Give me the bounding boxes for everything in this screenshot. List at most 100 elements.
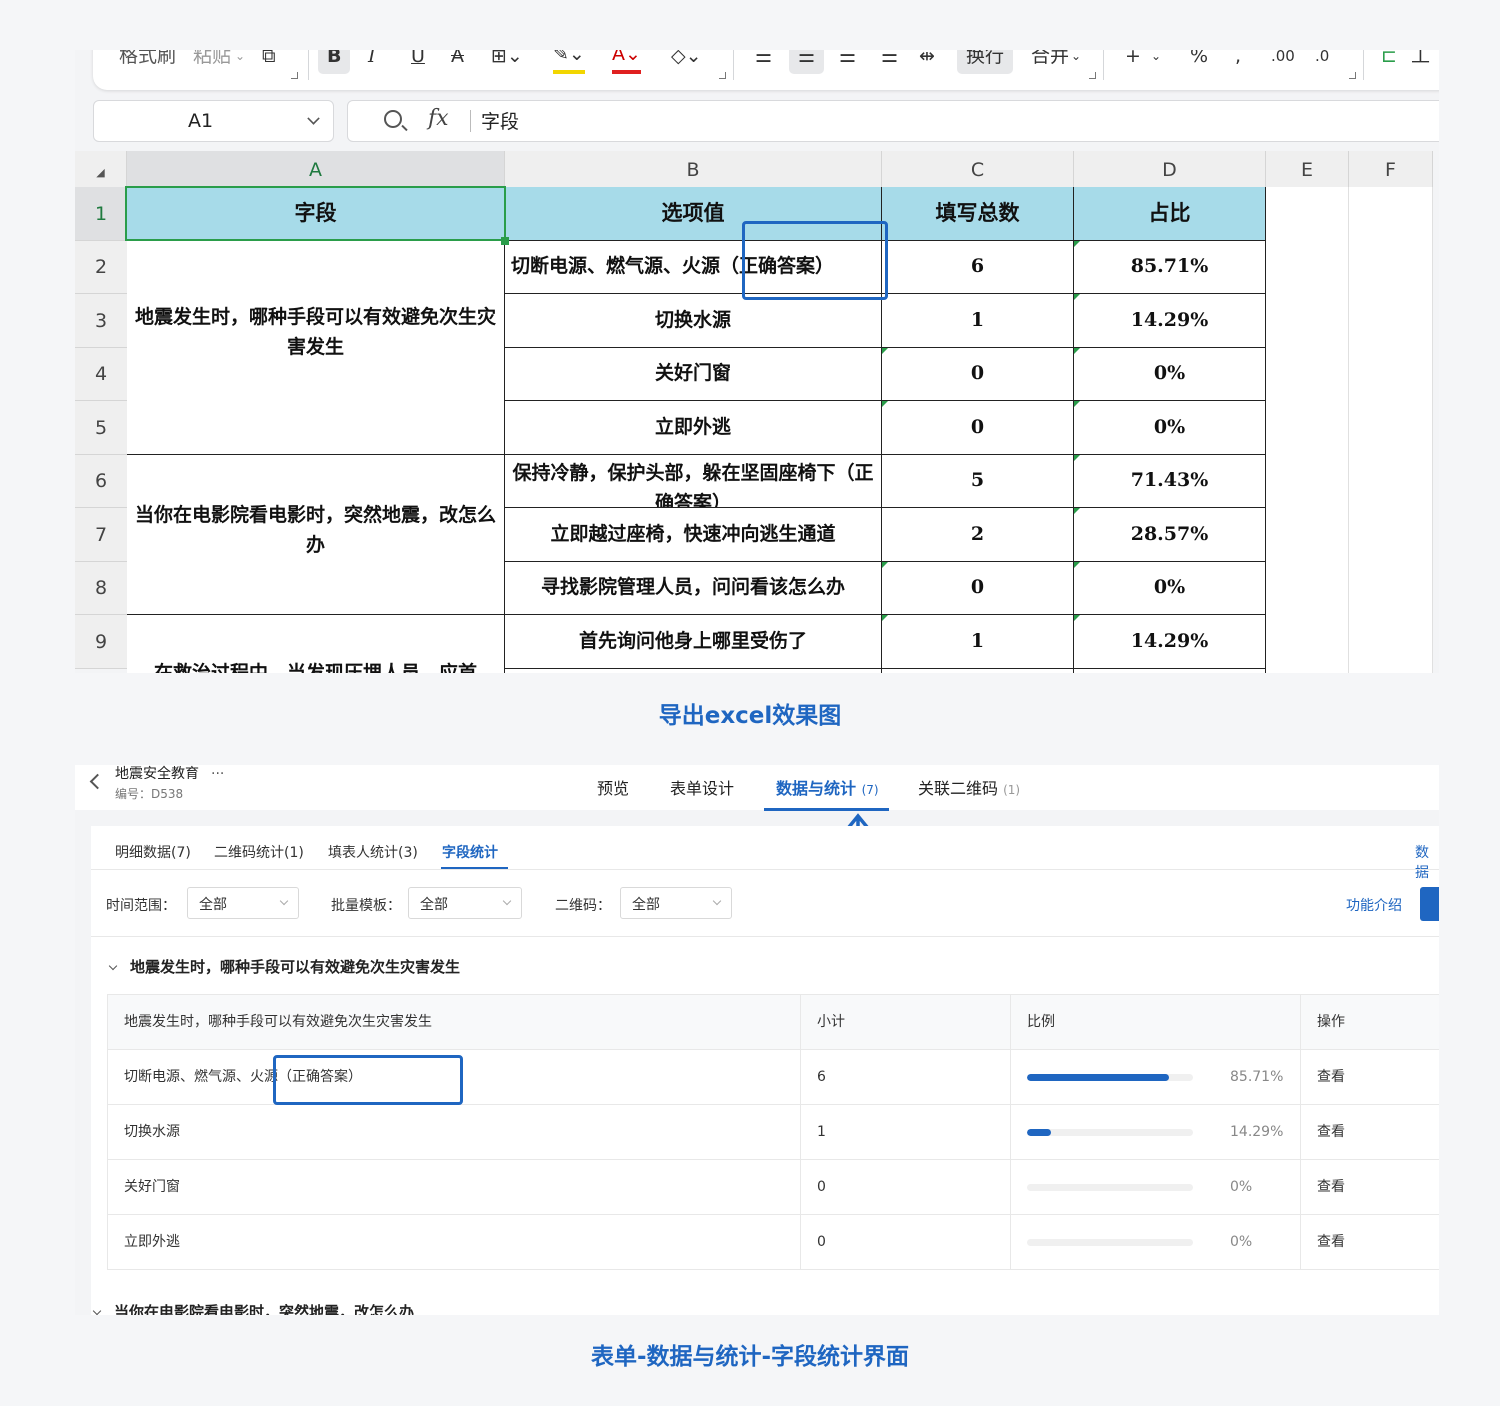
sum-dropdown-icon[interactable]: ⌄	[1151, 50, 1161, 74]
view-link[interactable]: 查看	[1301, 1215, 1439, 1270]
row-header-3[interactable]: 3	[75, 294, 127, 348]
tab-preview[interactable]: 预览	[597, 775, 629, 799]
column-header-d[interactable]: D	[1074, 151, 1266, 187]
question-cell-1[interactable]: 地震发生时，哪种手段可以有效避免次生灾害发生	[127, 241, 505, 455]
cell-d1[interactable]: 占比	[1074, 187, 1266, 241]
cell-c5[interactable]: 0	[882, 401, 1074, 455]
column-f-cells[interactable]	[1349, 187, 1433, 673]
column-header-b[interactable]: B	[505, 151, 882, 187]
back-arrow-icon[interactable]	[89, 773, 106, 790]
tab-qrcode[interactable]: 关联二维码 (1)	[918, 775, 1020, 799]
cell-d4[interactable]: 0%	[1074, 348, 1266, 401]
chevron-down-icon[interactable]	[92, 1306, 102, 1315]
paste-button[interactable]: 粘贴	[193, 50, 231, 74]
view-link[interactable]: 查看	[1301, 1105, 1439, 1160]
column-header-c[interactable]: C	[882, 151, 1074, 187]
italic-button[interactable]: I	[368, 50, 376, 74]
merge-button[interactable]: 合并	[1031, 50, 1069, 74]
cell-c6[interactable]: 5	[882, 455, 1074, 508]
subtab-qrcode-stats[interactable]: 二维码统计(1)	[214, 842, 304, 862]
align-expand-icon[interactable]	[1089, 72, 1096, 79]
align-middle-icon[interactable]: ☰	[789, 50, 825, 74]
zoom-icon[interactable]	[384, 110, 402, 128]
fx-icon[interactable]: fx	[428, 106, 449, 131]
view-link[interactable]: 查看	[1301, 1050, 1439, 1105]
underline-button[interactable]: U	[411, 50, 425, 74]
align-bottom-icon[interactable]: ☰	[839, 50, 856, 74]
cell-c7[interactable]: 2	[882, 508, 1074, 562]
row-header-6[interactable]: 6	[75, 455, 127, 508]
copy-icon[interactable]: ⧉	[262, 50, 276, 74]
cell-b9[interactable]: 首先询问他身上哪里受伤了	[505, 615, 882, 669]
wrap-text-button[interactable]: 换行	[957, 50, 1014, 74]
cell-d8[interactable]: 0%	[1074, 562, 1266, 615]
cell-c1[interactable]: 填写总数	[882, 187, 1074, 241]
align-justify-icon[interactable]: ☰	[881, 50, 898, 74]
distribute-icon[interactable]: ⇹	[919, 50, 935, 74]
cell-d6[interactable]: 71.43%	[1074, 455, 1266, 508]
export-button[interactable]	[1420, 887, 1439, 921]
fill-color-icon[interactable]: ✎⌄	[553, 50, 585, 74]
cell-c2[interactable]: 6	[882, 241, 1074, 294]
section-header[interactable]: 地震发生时，哪种手段可以有效避免次生灾害发生	[108, 956, 460, 977]
time-range-select[interactable]: 全部	[187, 887, 299, 919]
align-top-icon[interactable]: ☰	[755, 50, 772, 74]
cell-c9[interactable]: 1	[882, 615, 1074, 669]
cell-b7[interactable]: 立即越过座椅，快速冲向逃生通道	[505, 508, 882, 562]
work-tool-button[interactable]: 工	[1411, 50, 1430, 74]
cell-c4[interactable]: 0	[882, 348, 1074, 401]
cell-b10[interactable]	[505, 669, 882, 673]
cell-d2[interactable]: 85.71%	[1074, 241, 1266, 294]
cell-c10[interactable]	[882, 669, 1074, 673]
question-cell-3[interactable]: 在救治过程中，当发现压埋人员，应首	[127, 615, 505, 673]
subtab-filler-stats[interactable]: 填表人统计(3)	[328, 842, 418, 862]
format-painter-button[interactable]: 格式刷	[119, 50, 176, 74]
row-header-4[interactable]: 4	[75, 348, 127, 401]
qrcode-select[interactable]: 全部	[620, 887, 732, 919]
tab-data-statistics[interactable]: 数据与统计 (7)	[776, 775, 879, 799]
cell-b3[interactable]: 切换水源	[505, 294, 882, 348]
bold-button[interactable]: B	[318, 50, 351, 74]
cell-d3[interactable]: 14.29%	[1074, 294, 1266, 348]
cell-b4[interactable]: 关好门窗	[505, 348, 882, 401]
cell-b8[interactable]: 寻找影院管理人员，问问看该怎么办	[505, 562, 882, 615]
question-cell-2[interactable]: 当你在电影院看电影时，突然地震，改怎么办	[127, 455, 505, 615]
row-header-5[interactable]: 5	[75, 401, 127, 455]
cell-d9[interactable]: 14.29%	[1074, 615, 1266, 669]
cell-d5[interactable]: 0%	[1074, 401, 1266, 455]
clipboard-expand-icon[interactable]	[291, 72, 298, 79]
merge-dropdown-icon[interactable]: ⌄	[1071, 50, 1081, 74]
fill-handle[interactable]	[501, 237, 509, 245]
formula-value[interactable]: 字段	[481, 107, 519, 134]
view-link[interactable]: 查看	[1301, 1160, 1439, 1215]
border-icon[interactable]: ⊞⌄	[491, 50, 523, 74]
row-header-7[interactable]: 7	[75, 508, 127, 562]
percent-button[interactable]: %	[1190, 50, 1208, 74]
comma-button[interactable]: ,	[1235, 50, 1241, 74]
select-all-corner[interactable]: ◢	[75, 151, 127, 187]
cell-d10[interactable]	[1074, 669, 1266, 673]
decrease-decimal-button[interactable]: .0	[1315, 50, 1329, 74]
more-icon[interactable]: ···	[211, 766, 224, 782]
column-e-cells[interactable]	[1266, 187, 1349, 673]
tab-form-design[interactable]: 表单设计	[670, 775, 734, 799]
cell-b6[interactable]: 保持冷静，保护头部，躲在坚固座椅下（正确答案）	[505, 455, 882, 508]
batch-template-select[interactable]: 全部	[408, 887, 522, 919]
row-header-9[interactable]: 9	[75, 615, 127, 669]
row-header-2[interactable]: 2	[75, 241, 127, 294]
chevron-down-icon[interactable]	[108, 961, 118, 971]
column-header-f[interactable]: F	[1349, 151, 1433, 187]
cell-c3[interactable]: 1	[882, 294, 1074, 348]
row-header-8[interactable]: 8	[75, 562, 127, 615]
column-header-a[interactable]: A	[127, 151, 505, 187]
subtab-field-stats[interactable]: 字段统计	[442, 842, 498, 862]
font-color-icon[interactable]: A⌄	[612, 50, 641, 74]
column-header-e[interactable]: E	[1266, 151, 1349, 187]
increase-decimal-button[interactable]: .00	[1271, 50, 1295, 74]
subtab-detail[interactable]: 明细数据(7)	[115, 842, 191, 862]
formula-input[interactable]: fx 字段	[347, 100, 1439, 142]
cell-c8[interactable]: 0	[882, 562, 1074, 615]
next-section-header[interactable]: 当你在电影院看电影时，突然地震，改怎么办	[92, 1301, 414, 1315]
font-expand-icon[interactable]	[719, 72, 726, 79]
paste-dropdown-icon[interactable]: ⌄	[235, 50, 245, 74]
